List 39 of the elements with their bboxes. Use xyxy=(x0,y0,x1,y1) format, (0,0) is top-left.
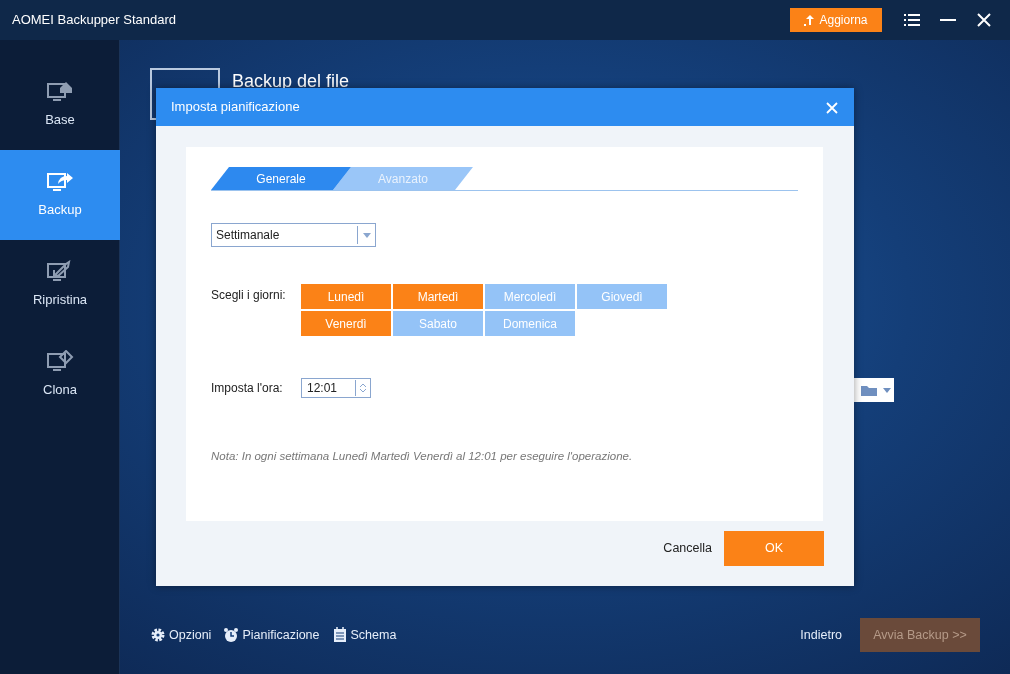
close-icon xyxy=(826,101,838,114)
day-toggle[interactable]: Venerdì xyxy=(301,311,391,336)
minimize-icon xyxy=(940,19,956,21)
time-label: Imposta l'ora: xyxy=(211,380,284,397)
caret-icon xyxy=(883,387,891,393)
alarm-clock-icon xyxy=(223,627,240,643)
day-toggle[interactable]: Domenica xyxy=(485,311,575,336)
dialog-title: Imposta pianificazione xyxy=(171,98,301,117)
frequency-dropdown[interactable]: Settimanale xyxy=(211,223,376,247)
toolbar-button[interactable]: Pianificazione xyxy=(223,625,320,645)
day-toggle[interactable]: Lunedì xyxy=(301,284,391,309)
day-toggle[interactable]: Martedì xyxy=(393,284,483,309)
upload-icon xyxy=(804,14,817,26)
spin-arrows-icon xyxy=(359,382,367,394)
sidebar-item[interactable]: Base xyxy=(0,60,120,150)
back-link[interactable]: Indietro xyxy=(800,625,842,645)
sidebar-item[interactable]: Backup xyxy=(0,150,120,240)
day-toggle[interactable]: Giovedì xyxy=(577,284,667,309)
time-spinner[interactable]: 12:01 xyxy=(301,378,371,398)
ok-button[interactable]: OK xyxy=(724,531,824,566)
tab[interactable]: Generale xyxy=(211,167,351,190)
toolbar-button[interactable]: Opzioni xyxy=(150,625,212,645)
settings-icon xyxy=(150,627,166,643)
menu-icon xyxy=(904,14,920,26)
folder-icon xyxy=(861,384,877,396)
window-title: AOMEI Backupper Standard xyxy=(12,11,178,30)
page-title: Backup del file xyxy=(232,70,350,93)
caret-icon xyxy=(362,232,371,238)
day-toggle[interactable]: Sabato xyxy=(393,311,483,336)
toolbar-button[interactable]: Schema xyxy=(331,625,397,645)
days-label: Scegli i giorni: xyxy=(211,287,287,304)
day-toggle[interactable]: Mercoledì xyxy=(485,284,575,309)
sidebar-item[interactable]: Clona xyxy=(0,330,120,420)
close-icon xyxy=(977,13,991,27)
checklist-icon xyxy=(331,627,348,643)
upgrade-button[interactable]: Aggiorna xyxy=(790,8,882,32)
sidebar-item[interactable]: Ripristina xyxy=(0,240,120,330)
cancel-button[interactable]: Cancella xyxy=(663,539,712,558)
note-text: Nota: In ogni settimana Lunedì Martedì Venerdì al 12:01 per eseguire l'operazione. xyxy=(211,449,634,464)
